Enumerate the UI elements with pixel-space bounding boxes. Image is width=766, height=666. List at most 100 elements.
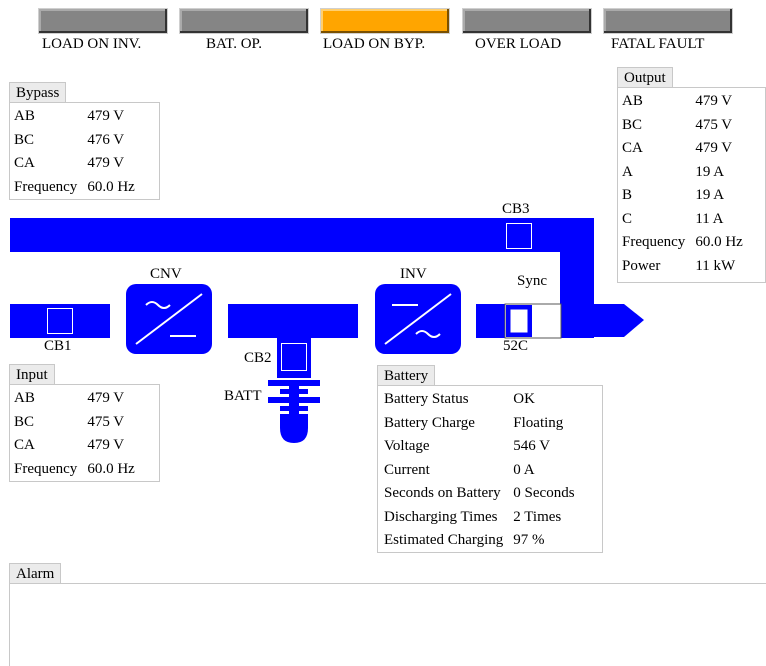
output-power-label: Power <box>622 257 661 274</box>
bypass-ca-label: CA <box>14 155 35 172</box>
table-row: Current 0 A <box>384 459 585 483</box>
output-bc-label: BC <box>622 116 643 133</box>
cb3-breaker <box>506 223 532 249</box>
cb2-breaker <box>281 343 307 371</box>
cnv-label: CNV <box>150 266 182 282</box>
battery-charge-value: Floating <box>513 414 564 431</box>
battery-estimated-value: 97 % <box>513 532 545 549</box>
battery-current-value: 0 A <box>513 461 535 478</box>
switch-52c <box>504 303 562 339</box>
output-b-value: 19 A <box>695 187 725 204</box>
output-table: AB 479 V BC 475 V CA 479 V A 19 A B 19 A C 11 … <box>622 90 753 278</box>
input-ca-label: CA <box>14 437 35 454</box>
table-row: AB 479 V <box>14 387 145 411</box>
cb1-label: CB1 <box>44 338 72 354</box>
table-row: Battery Status OK <box>384 388 585 412</box>
bypass-ab-label: AB <box>14 108 35 125</box>
input-bc-value: 475 V <box>87 413 125 430</box>
table-row: Frequency 60.0 Hz <box>622 231 753 255</box>
alarm-panel-title: Alarm <box>9 563 62 583</box>
inverter-output-bus <box>476 304 506 338</box>
bypass-ca-value: 479 V <box>87 155 125 172</box>
battery-charge-label: Battery Charge <box>384 414 475 431</box>
battery-table: Battery Status OK Battery Charge Floating … <box>384 388 585 553</box>
input-panel: AB 479 V BC 475 V CA 479 V Frequency 60.0 Hz <box>9 384 160 482</box>
output-frequency-value: 60.0 Hz <box>695 234 743 251</box>
table-row: Seconds on Battery 0 Seconds <box>384 482 585 506</box>
output-ca-label: CA <box>622 140 643 157</box>
battery-current-label: Current <box>384 461 430 478</box>
output-arrow <box>560 304 644 337</box>
output-ab-value: 479 V <box>695 93 733 110</box>
table-row: BC 475 V <box>14 411 145 435</box>
table-row: CA 479 V <box>14 434 145 458</box>
battery-panel: Battery Status OK Battery Charge Floating … <box>377 385 603 553</box>
input-ab-value: 479 V <box>87 390 125 407</box>
battery-status-label: Battery Status <box>384 391 469 408</box>
battery-discharging-label: Discharging Times <box>384 508 498 525</box>
table-row: AB 479 V <box>622 90 753 114</box>
table-row: C 11 A <box>622 208 753 232</box>
output-frequency-label: Frequency <box>622 234 686 251</box>
output-b-label: B <box>622 187 633 204</box>
table-row: CA 479 V <box>14 152 145 176</box>
inverter-icon <box>375 284 461 354</box>
table-row: Frequency 60.0 Hz <box>14 176 145 200</box>
dc-link-bus <box>228 304 358 338</box>
input-bc-label: BC <box>14 413 35 430</box>
output-power-value: 11 kW <box>695 257 736 274</box>
table-row: B 19 A <box>622 184 753 208</box>
input-table: AB 479 V BC 475 V CA 479 V Frequency 60.0 Hz <box>14 387 145 481</box>
battery-voltage-value: 546 V <box>513 438 551 455</box>
output-a-label: A <box>622 163 633 180</box>
table-row: BC 476 V <box>14 129 145 153</box>
input-panel-title: Input <box>9 364 55 384</box>
battery-discharging-value: 2 Times <box>513 508 562 525</box>
bypass-table: AB 479 V BC 476 V CA 479 V Frequency 60.0 Hz <box>14 105 145 199</box>
bypass-frequency-value: 60.0 Hz <box>87 178 135 195</box>
cb3-label: CB3 <box>502 201 530 217</box>
battery-panel-title: Battery <box>377 365 436 385</box>
battery-estimated-label: Estimated Charging <box>384 532 504 549</box>
input-frequency-label: Frequency <box>14 460 78 477</box>
output-bc-value: 475 V <box>695 116 733 133</box>
battery-seconds-label: Seconds on Battery <box>384 485 501 502</box>
battery-seconds-value: 0 Seconds <box>513 485 575 502</box>
table-row: Discharging Times 2 Times <box>384 506 585 530</box>
battery-voltage-label: Voltage <box>384 438 430 455</box>
table-row: Frequency 60.0 Hz <box>14 458 145 482</box>
table-row: BC 475 V <box>622 114 753 138</box>
bypass-frequency-label: Frequency <box>14 178 78 195</box>
output-c-value: 11 A <box>695 210 724 227</box>
table-row: CA 479 V <box>622 137 753 161</box>
bypass-ab-value: 479 V <box>87 108 125 125</box>
table-row: A 19 A <box>622 161 753 185</box>
input-ab-label: AB <box>14 390 35 407</box>
input-ca-value: 479 V <box>87 437 125 454</box>
bypass-panel-title: Bypass <box>9 82 67 102</box>
cb1-breaker <box>47 308 73 334</box>
table-row: Estimated Charging 97 % <box>384 529 585 553</box>
output-c-label: C <box>622 210 633 227</box>
switch-52c-label: 52C <box>503 338 529 354</box>
cb2-label: CB2 <box>244 350 272 366</box>
output-a-value: 19 A <box>695 163 725 180</box>
table-row: Battery Charge Floating <box>384 412 585 436</box>
input-frequency-value: 60.0 Hz <box>87 460 135 477</box>
alarm-panel[interactable] <box>9 583 766 666</box>
output-panel: AB 479 V BC 475 V CA 479 V A 19 A B 19 A C 11 … <box>617 87 766 283</box>
batt-label: BATT <box>224 388 262 404</box>
battery-icon <box>268 380 320 443</box>
battery-status-value: OK <box>513 391 535 408</box>
table-row: Power 11 kW <box>622 255 753 279</box>
bypass-panel: AB 479 V BC 476 V CA 479 V Frequency 60.0 Hz <box>9 102 160 200</box>
converter-icon <box>126 284 212 354</box>
output-panel-title: Output <box>617 67 673 87</box>
output-ca-value: 479 V <box>695 140 733 157</box>
inv-label: INV <box>400 266 427 282</box>
sync-label: Sync <box>517 273 547 289</box>
output-ab-label: AB <box>622 93 643 110</box>
bypass-bc-label: BC <box>14 131 35 148</box>
table-row: AB 479 V <box>14 105 145 129</box>
bypass-bc-value: 476 V <box>87 131 125 148</box>
